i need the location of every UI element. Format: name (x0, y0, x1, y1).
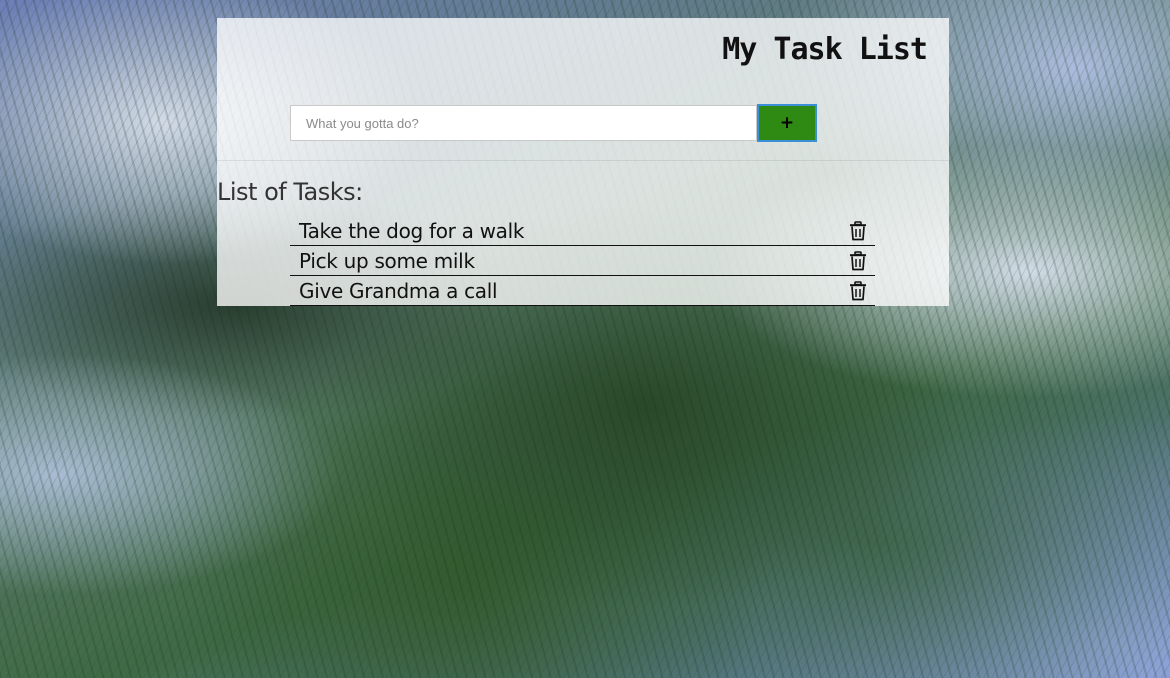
page-title: My Task List (722, 32, 928, 67)
add-task-button[interactable]: + (757, 104, 817, 142)
task-item: Pick up some milk (290, 247, 875, 276)
delete-task-button[interactable] (849, 221, 867, 241)
divider (217, 160, 949, 161)
task-input[interactable] (290, 105, 757, 141)
add-task-form: + (290, 104, 817, 142)
task-panel: My Task List + List of Tasks: Take the d… (217, 18, 949, 306)
task-list: Take the dog for a walk Pick up some mil… (290, 217, 875, 306)
task-item: Give Grandma a call (290, 277, 875, 306)
trash-icon (849, 221, 867, 241)
trash-icon (849, 251, 867, 271)
task-text: Take the dog for a walk (299, 219, 525, 243)
trash-icon (849, 281, 867, 301)
delete-task-button[interactable] (849, 281, 867, 301)
task-text: Give Grandma a call (299, 279, 498, 303)
task-text: Pick up some milk (299, 249, 475, 273)
delete-task-button[interactable] (849, 251, 867, 271)
task-list-heading: List of Tasks: (217, 178, 363, 206)
task-item: Take the dog for a walk (290, 217, 875, 246)
